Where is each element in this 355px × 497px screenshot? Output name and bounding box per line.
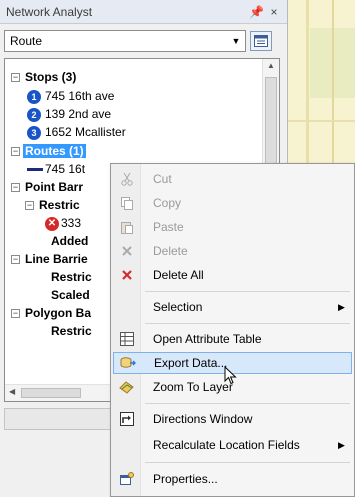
layer-properties-button[interactable] [250,31,272,51]
stop-number-icon: 2 [27,107,41,122]
collapse-icon[interactable]: − [11,183,20,192]
menu-item-copy[interactable]: Copy [113,192,352,214]
stop-number-icon: 3 [27,125,41,140]
delete-all-icon [113,269,141,281]
menu-item-delete[interactable]: Delete [113,240,352,262]
route-line-icon [27,168,43,172]
scroll-left-icon[interactable]: ◀ [9,387,15,396]
menu-separator [145,462,350,463]
tree-restrictions-group[interactable]: Restric [51,323,92,340]
menu-item-directions-window[interactable]: Directions Window [113,408,352,430]
menu-separator [145,403,350,404]
menu-separator [145,323,350,324]
tree-scaled-group[interactable]: Scaled [51,287,90,304]
properties-icon [113,472,141,486]
zoom-layer-icon [113,380,141,394]
collapse-icon[interactable]: − [11,73,20,82]
tree-point-barriers-header[interactable]: Point Barr [25,179,83,196]
submenu-arrow-icon: ▶ [338,439,345,450]
tree-restrictions-group[interactable]: Restric [39,197,80,214]
stop-number-icon: 1 [27,89,41,104]
collapse-icon[interactable]: − [11,255,20,264]
menu-item-open-attribute-table[interactable]: Open Attribute Table [113,328,352,350]
collapse-icon[interactable]: − [11,147,20,156]
delete-icon [113,245,141,257]
menu-item-selection[interactable]: Selection ▶ [113,296,352,318]
menu-item-recalculate-location-fields[interactable]: Recalculate Location Fields ▶ [113,434,352,456]
collapse-icon[interactable]: − [11,309,20,318]
paste-icon [113,220,141,234]
menu-item-properties[interactable]: Properties... [113,468,352,490]
map-road [288,120,355,122]
mouse-cursor-icon [224,366,237,385]
tree-polygon-barriers-header[interactable]: Polygon Ba [25,305,91,322]
tree-routes-header[interactable]: Routes (1) [23,143,86,160]
menu-item-cut[interactable]: Cut [113,168,352,190]
menu-item-delete-all[interactable]: Delete All [113,264,352,286]
tree-restrictions-group[interactable]: Restric [51,269,92,286]
analysis-layer-combo[interactable]: Route ▼ [4,30,246,52]
tree-stop-item[interactable]: 2 139 2nd ave [27,106,111,123]
window-title: Network Analyst [6,4,93,19]
tree-line-barriers-header[interactable]: Line Barrie [25,251,88,268]
scroll-thumb[interactable] [21,388,81,398]
tree-stop-item[interactable]: 1 745 16th ave [27,88,114,105]
export-icon [114,356,142,370]
menu-item-paste[interactable]: Paste [113,216,352,238]
close-icon[interactable]: × [267,5,281,19]
barrier-x-icon: ✕ [45,216,59,231]
table-icon [113,332,141,346]
tree-barrier-item[interactable]: ✕ 333 [45,215,81,232]
window-titlebar: Network Analyst 📌 × [0,0,287,24]
tree-stop-item[interactable]: 3 1652 Mcallister [27,124,126,141]
directions-icon [113,412,141,426]
copy-icon [113,196,141,210]
tree-stops-header[interactable]: Stops (3) [25,69,76,86]
tree-added-group[interactable]: Added [51,233,88,250]
tree-route-item[interactable]: 745 16t [27,161,85,178]
collapse-icon[interactable]: − [25,201,34,210]
menu-separator [145,291,350,292]
submenu-arrow-icon: ▶ [338,301,345,312]
context-menu: Cut Copy Paste Delete Delete All Selecti… [110,163,355,497]
chevron-down-icon[interactable]: ▼ [227,36,245,46]
properties-icon [254,35,268,47]
layer-selector-row: Route ▼ [0,24,287,56]
scissors-icon [113,172,141,186]
scroll-up-icon[interactable]: ▲ [267,61,275,70]
combo-value: Route [10,34,43,48]
pin-icon[interactable]: 📌 [249,5,264,19]
